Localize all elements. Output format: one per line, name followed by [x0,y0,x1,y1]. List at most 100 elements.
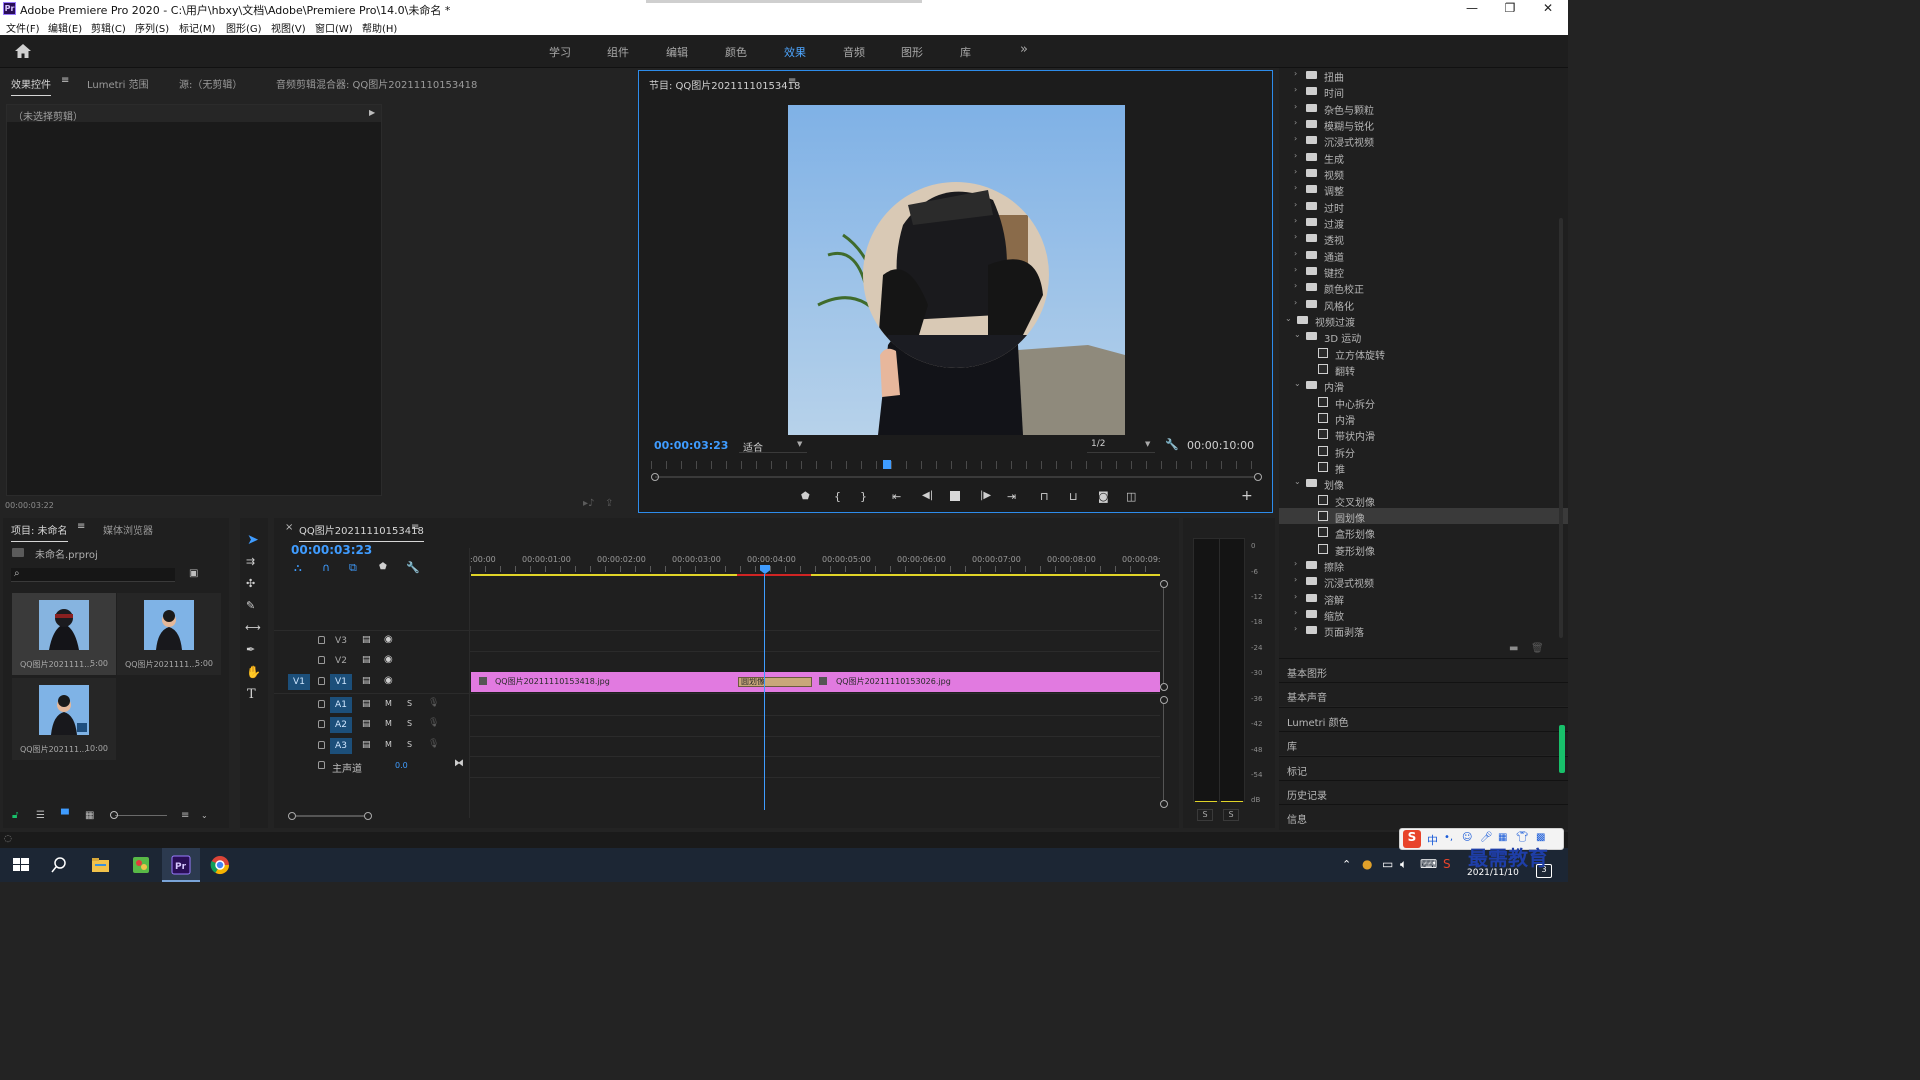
eye-icon[interactable]: ◉ [384,634,393,645]
title-drag-handle[interactable] [646,0,922,3]
effects-tree-item[interactable]: 拆分 [1279,443,1568,460]
effects-tree-item[interactable]: ⌄ 视频过渡 [1279,312,1568,329]
tab-audio-clip-mixer[interactable]: 音频剪辑混合器: QQ图片20211110153418 [276,76,477,91]
workspace-libraries[interactable]: 库 [960,44,971,60]
tab-project[interactable]: 项目: 未命名 [11,522,68,542]
effects-tree-item[interactable]: › 时间 [1279,83,1568,100]
sort-icon[interactable]: ≡ [181,810,189,821]
project-item[interactable]: QQ图片2021111... 5:00 [12,593,116,675]
track-header-v3[interactable]: V3 ▤ ◉ [274,631,470,651]
menu-sequence[interactable]: 序列(S) [135,20,169,35]
track-header-master[interactable]: 主声道 0.0 ⧓ [274,756,470,776]
zoom-slider[interactable] [115,815,167,816]
project-search-input[interactable]: ⌕ [11,568,175,582]
panel-menu-icon[interactable]: ≡ [77,521,85,532]
chevron-right-icon[interactable]: › [1294,624,1297,633]
input-method-icon[interactable]: ⌨ [1420,857,1437,871]
maximize-button[interactable]: ❐ [1490,1,1530,17]
program-timecode[interactable]: 00:00:03:23 [654,439,728,452]
effects-tree-item[interactable]: › 生成 [1279,149,1568,166]
vertical-zoom-handle[interactable] [1160,800,1168,808]
panel-menu-icon[interactable]: ≡ [61,75,69,86]
playhead-marker[interactable] [883,460,891,469]
pen-tool-icon[interactable]: ✒ [246,643,255,656]
effects-tree-item[interactable]: 圆划像 [1279,507,1568,525]
snap-icon[interactable]: ∩ [322,561,330,574]
lock-icon[interactable] [318,677,325,685]
add-marker-icon[interactable]: ⬟ [379,562,387,572]
menu-file[interactable]: 文件(F) [6,20,40,35]
effects-tree-item[interactable]: › 擦除 [1279,557,1568,574]
eye-icon[interactable]: ◉ [384,675,393,686]
search-icon[interactable] [48,854,70,876]
chevron-right-icon[interactable]: › [1294,102,1297,111]
effects-tree-item[interactable]: › 沉浸式视频 [1279,573,1568,590]
project-item[interactable]: QQ图片2021111... 5:00 [117,593,221,675]
effect-controls-area[interactable]: （未选择剪辑） ▶ [6,104,382,496]
punctuation-icon[interactable]: •, [1444,832,1453,843]
panel-menu-icon[interactable]: ≡ [411,522,419,533]
chevron-right-icon[interactable]: › [1294,118,1297,127]
quality-dropdown[interactable]: 1/2 ▼ [1087,437,1155,453]
vertical-zoom-handle[interactable] [1160,696,1168,704]
effects-tree-item[interactable]: 翻转 [1279,361,1568,378]
menu-help[interactable]: 帮助(H) [362,20,397,35]
track-header-v2[interactable]: V2 ▤ ◉ [274,651,470,671]
track-header-a2[interactable]: A2 ▤ M S 🎙︎ [274,715,470,735]
close-sequence-icon[interactable]: × [285,522,293,533]
eye-icon[interactable]: ◉ [384,654,393,665]
lock-icon[interactable] [318,636,325,644]
chevron-down-icon[interactable]: ⌄ [1294,330,1301,339]
chevron-right-icon[interactable]: › [1294,592,1297,601]
effects-tree-item[interactable]: › 扭曲 [1279,67,1568,84]
effects-scrollbar[interactable] [1559,218,1563,638]
vertical-scrollbar[interactable] [1163,588,1164,683]
panel-markers[interactable]: 标记 [1279,756,1568,780]
workspace-editing[interactable]: 编辑 [666,44,688,60]
chevron-right-icon[interactable]: › [1294,167,1297,176]
program-ruler[interactable] [651,461,1259,469]
effects-tree-item[interactable]: 菱形划像 [1279,541,1568,558]
effects-tree-item[interactable]: › 模糊与锐化 [1279,116,1568,133]
nest-icon[interactable]: ⛬ [294,561,302,575]
sogou-icon[interactable]: S [1443,857,1451,871]
side-scroll-indicator[interactable] [1559,725,1565,773]
minimize-button[interactable]: — [1452,1,1492,17]
effects-tree-item[interactable]: 推 [1279,459,1568,476]
new-bin-icon[interactable]: ▬ [1509,643,1518,654]
horizontal-scrollbar[interactable] [296,815,364,817]
timeline-clip[interactable]: QQ图片20211110153026.jpg [811,672,1160,692]
effects-tree-item[interactable]: 中心拆分 [1279,394,1568,411]
chevron-down-icon[interactable]: ⌄ [201,811,208,820]
chevron-right-icon[interactable]: › [1294,85,1297,94]
stop-icon[interactable] [950,491,960,501]
menu-view[interactable]: 视图(V) [271,20,306,35]
effects-tree-item[interactable]: › 键控 [1279,263,1568,280]
sync-lock-icon[interactable]: ▤ [362,635,371,645]
time-ruler[interactable]: :00:00 00:00:01:00 00:00:02:00 00:00:03:… [470,548,1161,576]
menu-marker[interactable]: 标记(M) [179,20,215,35]
go-to-out-icon[interactable]: ⇥ [1007,490,1016,503]
hand-tool-icon[interactable]: ✋ [246,665,261,679]
new-bin-icon[interactable]: ▣ [189,568,198,579]
chevron-down-icon[interactable]: ⌄ [1294,477,1301,486]
chevron-right-icon[interactable]: › [1294,249,1297,258]
sync-lock-icon[interactable]: ▤ [362,676,371,686]
tab-media-browser[interactable]: 媒体浏览器 [103,522,153,537]
menu-clip[interactable]: 剪辑(C) [91,20,126,35]
sync-lock-icon[interactable]: ▤ [362,655,371,665]
list-view-icon[interactable]: ☰ [36,810,45,821]
mute-button[interactable]: M [385,719,392,728]
tab-lumetri-scopes[interactable]: Lumetri 范围 [87,76,149,91]
wrench-icon[interactable]: 🔧 [406,561,420,574]
go-to-in-icon[interactable]: ⇤ [892,490,901,503]
source-patch-v1[interactable]: V1 [288,674,310,690]
track-select-tool-icon[interactable]: ⇉ [246,555,255,568]
effects-tree-item[interactable]: › 通道 [1279,247,1568,264]
solo-button[interactable]: S [407,719,412,728]
effects-tree-item[interactable]: › 风格化 [1279,296,1568,313]
solo-button[interactable]: S [407,699,412,708]
solo-button[interactable]: S [407,740,412,749]
vertical-zoom-handle[interactable] [1160,683,1168,691]
chevron-right-icon[interactable]: › [1294,281,1297,290]
